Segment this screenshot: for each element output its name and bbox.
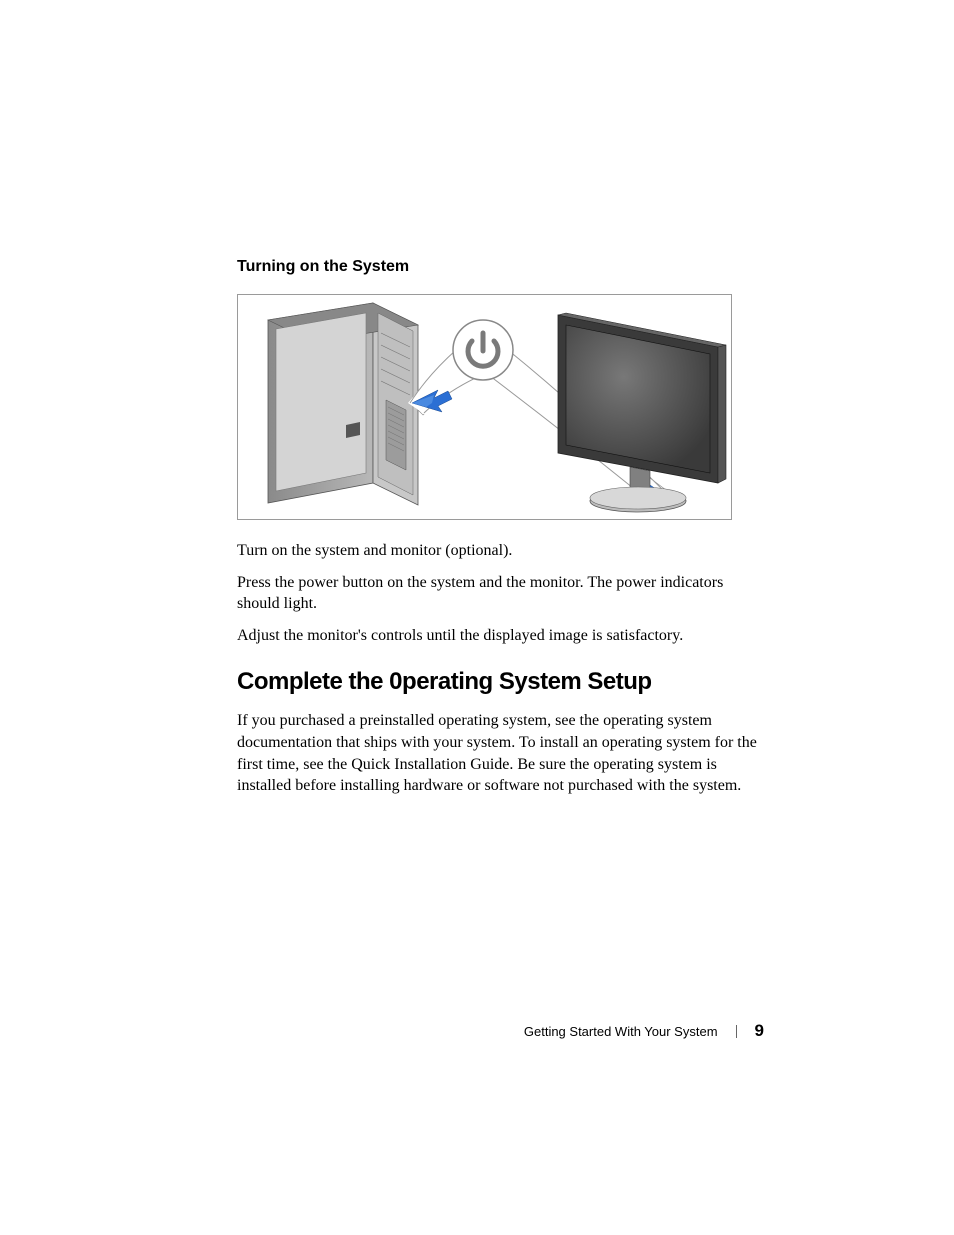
paragraph-2: Press the power button on the system and…: [237, 572, 764, 615]
footer-label: Getting Started With Your System: [524, 1024, 718, 1039]
document-page: Turning on the System: [0, 0, 954, 857]
main-heading: Complete the 0perating System Setup: [237, 668, 764, 696]
footer-divider: [736, 1025, 737, 1038]
computer-tower-icon: [268, 303, 418, 505]
power-icon: [453, 320, 513, 380]
section-heading: Turning on the System: [237, 258, 764, 276]
paragraph-1: Turn on the system and monitor (optional…: [237, 540, 764, 562]
page-footer: Getting Started With Your System 9: [524, 1021, 764, 1041]
illustration-svg: [238, 295, 732, 520]
power-on-illustration: [237, 294, 732, 520]
page-number: 9: [755, 1021, 764, 1041]
paragraph-3: Adjust the monitor's controls until the …: [237, 625, 764, 647]
main-body-paragraph: If you purchased a preinstalled operatin…: [237, 710, 764, 796]
monitor-icon: [558, 313, 726, 512]
